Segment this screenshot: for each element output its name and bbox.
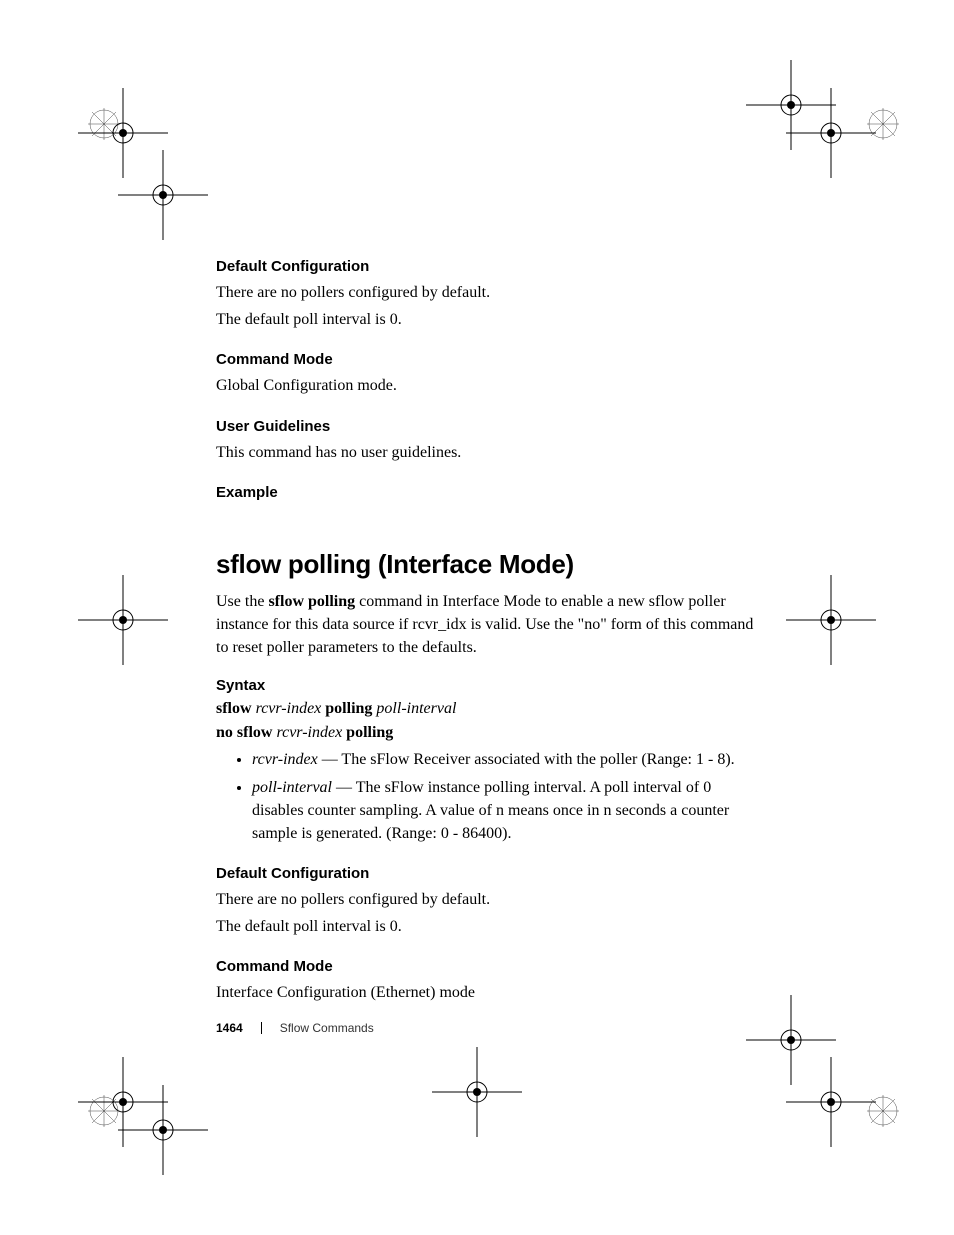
heading-default-config: Default Configuration — [216, 258, 756, 275]
body-text: Global Configuration mode. — [216, 374, 756, 397]
section-user-guidelines: User Guidelines This command has no user… — [216, 418, 756, 464]
list-item: rcvr-index — The sFlow Receiver associat… — [252, 748, 756, 771]
registration-mark-icon — [786, 575, 876, 665]
heading-default-config: Default Configuration — [216, 865, 756, 882]
param: poll-interval — [376, 700, 456, 717]
kw: polling — [321, 700, 376, 717]
page-container: Default Configuration There are no polle… — [0, 0, 954, 1235]
syntax-params-list: rcvr-index — The sFlow Receiver associat… — [216, 748, 756, 845]
content-area: Default Configuration There are no polle… — [216, 258, 756, 1025]
param: rcvr-index — [256, 700, 322, 717]
body-text: There are no pollers configured by defau… — [216, 888, 756, 911]
intro-paragraph: Use the sflow polling command in Interfa… — [216, 590, 756, 660]
text-fragment: Use the — [216, 593, 268, 610]
section-command-mode: Command Mode Interface Configuration (Et… — [216, 958, 756, 1004]
page-number: 1464 — [216, 1021, 243, 1035]
section-default-config: Default Configuration There are no polle… — [216, 865, 756, 938]
kw: sflow — [216, 700, 256, 717]
body-text: The default poll interval is 0. — [216, 915, 756, 938]
heading-syntax: Syntax — [216, 677, 756, 694]
section-command-mode: Command Mode Global Configuration mode. — [216, 351, 756, 397]
heading-command-mode: Command Mode — [216, 958, 756, 975]
registration-mark-icon — [118, 1085, 208, 1175]
registration-mark-icon — [746, 60, 836, 150]
param-desc: — The sFlow Receiver associated with the… — [318, 751, 735, 768]
body-text: The default poll interval is 0. — [216, 308, 756, 331]
kw: polling — [342, 724, 393, 741]
heading-user-guidelines: User Guidelines — [216, 418, 756, 435]
command-title: sflow polling (Interface Mode) — [216, 549, 756, 580]
registration-mark-icon — [78, 575, 168, 665]
registration-mark-icon — [432, 1047, 522, 1137]
list-item: poll-interval — The sFlow instance polli… — [252, 776, 756, 846]
section-default-config: Default Configuration There are no polle… — [216, 258, 756, 331]
heading-example: Example — [216, 484, 756, 501]
syntax-line: sflow rcvr-index polling poll-interval — [216, 700, 756, 718]
heading-command-mode: Command Mode — [216, 351, 756, 368]
body-text: Interface Configuration (Ethernet) mode — [216, 981, 756, 1004]
page-footer: 1464 Sflow Commands — [216, 1021, 374, 1035]
kw: no sflow — [216, 724, 276, 741]
chapter-name: Sflow Commands — [280, 1021, 374, 1035]
registration-mark-icon — [118, 150, 208, 240]
command-name: sflow polling — [268, 593, 355, 610]
param: rcvr-index — [276, 724, 342, 741]
divider-icon — [261, 1022, 262, 1034]
param-term: rcvr-index — [252, 751, 318, 768]
body-text: There are no pollers configured by defau… — [216, 281, 756, 304]
section-syntax: Syntax sflow rcvr-index polling poll-int… — [216, 677, 756, 845]
syntax-line: no sflow rcvr-index polling — [216, 724, 756, 742]
section-example: Example — [216, 484, 756, 501]
param-term: poll-interval — [252, 779, 332, 796]
registration-mark-icon — [746, 995, 836, 1085]
body-text: This command has no user guidelines. — [216, 441, 756, 464]
